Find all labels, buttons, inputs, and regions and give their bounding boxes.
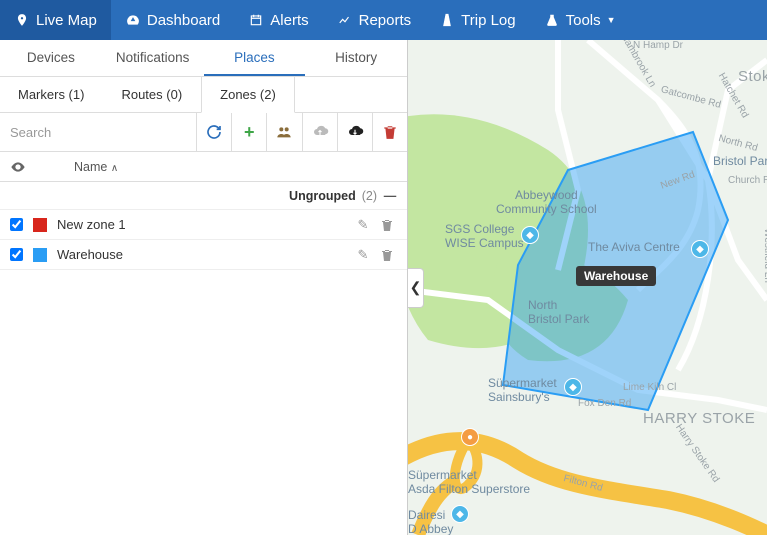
trash-icon (383, 124, 397, 140)
map-poi-icon[interactable]: ● (461, 428, 479, 446)
tab-notifications[interactable]: Notifications (102, 40, 204, 76)
places-subtabs: Markers (1) Routes (0) Zones (2) (0, 77, 407, 113)
map-area-label: Stok (738, 68, 767, 85)
nav-trip-log[interactable]: Trip Log (425, 0, 529, 40)
nav-reports[interactable]: Reports (323, 0, 426, 40)
subtab-zones[interactable]: Zones (2) (201, 77, 295, 113)
add-button[interactable]: + (231, 113, 266, 151)
map-area-label: HARRY STOKE (643, 410, 755, 427)
top-navbar: Live Map Dashboard Alerts Reports Trip L… (0, 0, 767, 40)
zone-name-badge[interactable]: Warehouse (576, 266, 656, 286)
map-poi-icon[interactable]: ◆ (564, 378, 582, 396)
cloud-download-icon (346, 125, 364, 139)
tab-history[interactable]: History (305, 40, 407, 76)
nav-label: Alerts (270, 12, 308, 29)
sidebar: Devices Notifications Places History Mar… (0, 40, 408, 535)
edit-icon[interactable]: ✎ (355, 217, 371, 233)
map-place-label: Süpermarket Sainsbury's (488, 376, 557, 404)
nav-label: Dashboard (147, 12, 220, 29)
subtab-routes[interactable]: Routes (0) (103, 77, 201, 112)
nav-label: Reports (359, 12, 412, 29)
import-button[interactable] (302, 113, 337, 151)
map-place-label: Abbeywood Community School (496, 188, 597, 216)
zone-color-swatch (33, 218, 47, 232)
map-poi-icon[interactable]: ◆ (451, 505, 469, 523)
map-place-label: Dairesi (408, 508, 445, 522)
zone-label: New zone 1 (57, 217, 345, 232)
subtab-markers[interactable]: Markers (1) (0, 77, 103, 112)
group-row-ungrouped[interactable]: Ungrouped (2) — (0, 182, 407, 210)
cloud-upload-icon (311, 125, 329, 139)
delete-button[interactable] (372, 113, 407, 151)
map-road-label: N Hamp Dr (633, 40, 683, 51)
nav-tools[interactable]: Tools ▼ (530, 0, 630, 40)
map-road-label: Westfield Ln (762, 228, 767, 283)
map-pin-icon (14, 12, 30, 28)
tab-places[interactable]: Places (204, 40, 306, 76)
sidebar-collapse-handle[interactable]: ❮ (408, 268, 424, 308)
zone-label: Warehouse (57, 247, 345, 262)
nav-label: Tools (566, 12, 601, 29)
chevron-left-icon: ❮ (410, 279, 422, 296)
nav-alerts[interactable]: Alerts (234, 0, 322, 40)
flask-icon (544, 12, 560, 28)
export-button[interactable] (337, 113, 372, 151)
chart-icon (337, 12, 353, 28)
groups-button[interactable] (266, 113, 301, 151)
map-svg (408, 40, 767, 535)
trash-icon[interactable] (381, 248, 397, 262)
nav-dashboard[interactable]: Dashboard (111, 0, 234, 40)
map-place-label: The Aviva Centre (588, 240, 680, 254)
group-icon (276, 125, 292, 139)
map-poi-icon[interactable]: ◆ (521, 226, 539, 244)
plus-icon: + (244, 122, 255, 143)
refresh-button[interactable] (196, 113, 231, 151)
trash-icon[interactable] (381, 218, 397, 232)
group-count: (2) (362, 189, 377, 203)
map-place-label: D Abbey (408, 522, 453, 535)
nav-label: Trip Log (461, 12, 515, 29)
zones-toolbar: + (0, 113, 407, 152)
map-place-label: North Bristol Park (528, 298, 589, 326)
visibility-column-icon[interactable] (10, 162, 26, 172)
zone-row[interactable]: New zone 1 ✎ (0, 210, 407, 240)
gauge-icon (125, 12, 141, 28)
road-icon (439, 12, 455, 28)
zone-visibility-checkbox[interactable] (10, 218, 23, 231)
collapse-icon[interactable]: — (383, 189, 397, 203)
name-column-header[interactable]: Name ∧ (74, 160, 118, 174)
map-road-label: Lime Kiln Cl (623, 382, 676, 393)
zone-row[interactable]: Warehouse ✎ (0, 240, 407, 270)
map-road-label: Church Rd (728, 175, 767, 186)
group-label: Ungrouped (289, 189, 356, 203)
map-poi-icon[interactable]: ◆ (691, 240, 709, 258)
map-place-label: Bristol Park (713, 154, 767, 168)
map-canvas[interactable]: Abbeywood Community School SGS College W… (408, 40, 767, 535)
zone-color-swatch (33, 248, 47, 262)
nav-live-map[interactable]: Live Map (0, 0, 111, 40)
main-area: Devices Notifications Places History Mar… (0, 40, 767, 535)
zone-visibility-checkbox[interactable] (10, 248, 23, 261)
map-place-label: Süpermarket Asda Filton Superstore (408, 468, 530, 496)
sort-asc-icon: ∧ (111, 163, 118, 174)
calendar-icon (248, 12, 264, 28)
edit-icon[interactable]: ✎ (355, 247, 371, 263)
nav-label: Live Map (36, 12, 97, 29)
main-tabs: Devices Notifications Places History (0, 40, 407, 77)
tab-devices[interactable]: Devices (0, 40, 102, 76)
search-input[interactable] (0, 113, 196, 151)
zones-table-header: Name ∧ (0, 152, 407, 182)
refresh-icon (206, 124, 222, 140)
map-road-label: Fox Den Rd (578, 398, 631, 409)
caret-down-icon: ▼ (607, 15, 616, 25)
map-place-label: SGS College WISE Campus (445, 222, 524, 250)
